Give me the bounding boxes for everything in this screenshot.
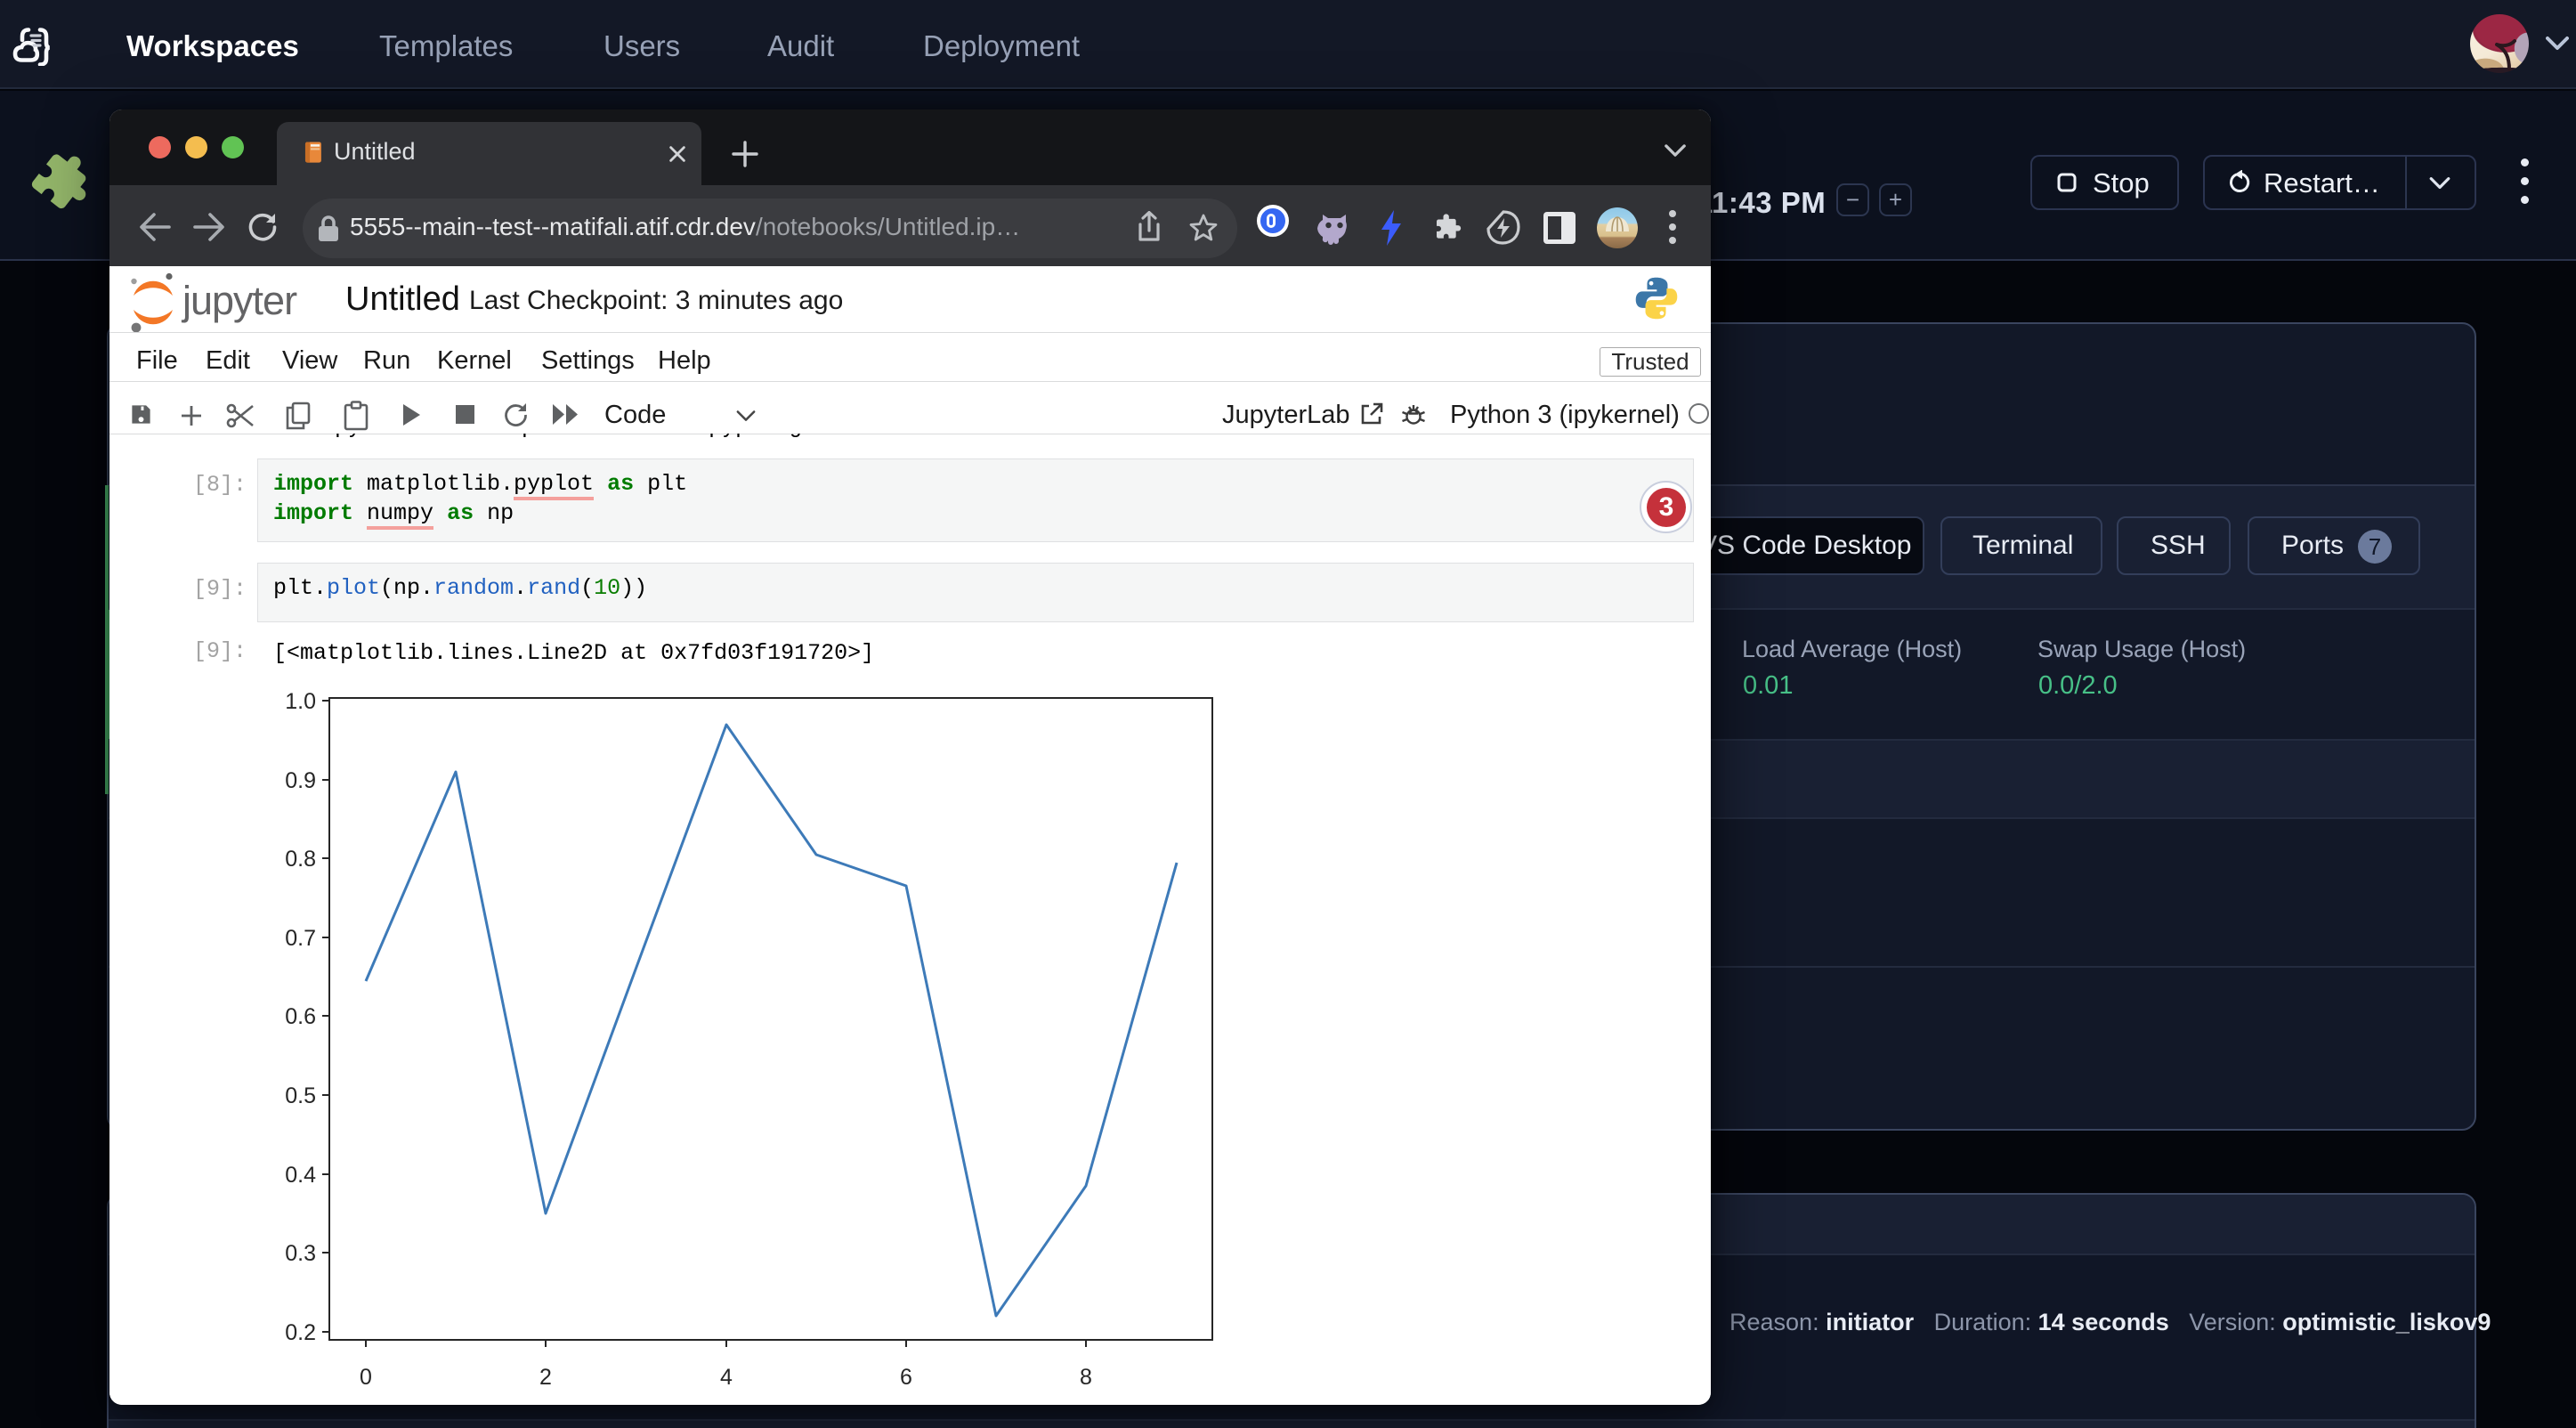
svg-text:2: 2 xyxy=(539,1365,552,1390)
svg-text:4: 4 xyxy=(720,1365,733,1390)
svg-text:0.2: 0.2 xyxy=(285,1320,316,1345)
svg-text:0.4: 0.4 xyxy=(285,1163,316,1188)
svg-text:0.3: 0.3 xyxy=(285,1241,316,1266)
svg-text:0: 0 xyxy=(360,1365,372,1390)
svg-text:0.5: 0.5 xyxy=(285,1083,316,1108)
svg-text:8: 8 xyxy=(1080,1365,1092,1390)
svg-text:6: 6 xyxy=(900,1365,912,1390)
svg-text:1.0: 1.0 xyxy=(285,689,316,714)
svg-text:0.9: 0.9 xyxy=(285,768,316,793)
svg-text:0.7: 0.7 xyxy=(285,926,316,951)
svg-text:0.6: 0.6 xyxy=(285,1004,316,1029)
svg-text:0.8: 0.8 xyxy=(285,847,316,872)
